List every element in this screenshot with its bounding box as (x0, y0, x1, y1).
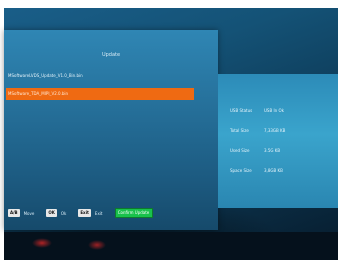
move-key-label: Move (23, 210, 35, 216)
list-item[interactable]: MSoftwareLVDS_Update_V1.0_Bin.bin (6, 70, 194, 82)
update-panel: Update MSoftwareLVDS_Update_V1.0_Bin.bin… (4, 30, 218, 230)
list-item-selected[interactable]: MSoftware_TDA_MIPI_V2.0.bin (6, 88, 194, 100)
confirm-update-button[interactable]: Confirm Update (114, 208, 153, 218)
info-value: 7,33GB KB (264, 128, 286, 133)
move-key[interactable]: A/B (8, 209, 20, 217)
bottom-bar (4, 232, 338, 260)
info-label: USB Status (230, 108, 253, 113)
exit-key[interactable]: Exit (78, 209, 91, 217)
ok-key-label: Ok (60, 210, 67, 216)
info-label: Total Size (230, 128, 249, 133)
info-value: USB In Ok (264, 108, 284, 113)
red-glow (32, 238, 52, 248)
file-list: MSoftwareLVDS_Update_V1.0_Bin.bin MSoftw… (6, 70, 194, 100)
info-row-space-size: Space Size 3,8GB KB (230, 168, 285, 188)
usb-info-panel: USB Status USB In Ok Total Size 7,33GB KB … (218, 74, 338, 208)
info-value: 3.5G KB (264, 148, 281, 153)
info-row-usb-status: USB Status USB In Ok (230, 108, 285, 128)
info-value: 3,8GB KB (264, 168, 283, 173)
info-label: Space Size (230, 168, 252, 173)
frame-top (0, 0, 341, 8)
info-rows: USB Status USB In Ok Total Size 7,33GB KB … (230, 108, 285, 188)
info-row-total-size: Total Size 7,33GB KB (230, 128, 285, 148)
exit-key-label: Exit (94, 210, 103, 216)
footer-hints: A/B Move OK Ok Exit Exit Confirm Update (8, 207, 153, 219)
red-glow (88, 240, 106, 250)
info-row-used-size: Used Size 3.5G KB (230, 148, 285, 168)
info-label: Used Size (230, 148, 250, 153)
update-screen: Update MSoftwareLVDS_Update_V1.0_Bin.bin… (0, 0, 341, 260)
panel-title: Update (101, 52, 121, 58)
ok-key[interactable]: OK (46, 209, 57, 217)
